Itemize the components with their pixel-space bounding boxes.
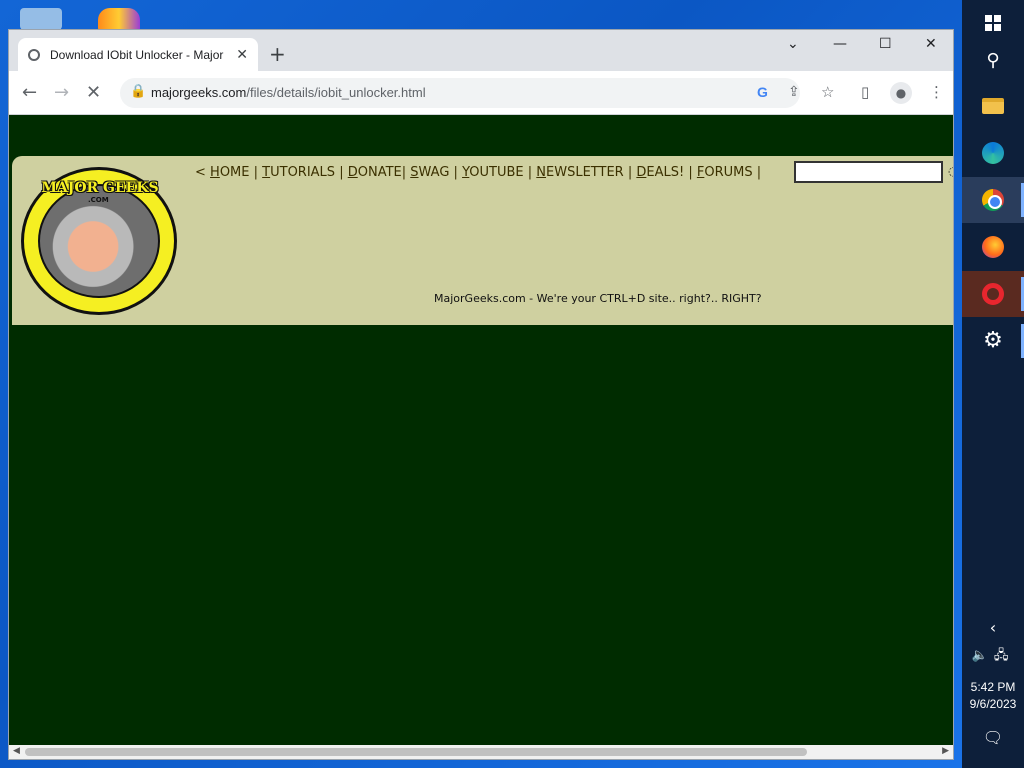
recycle-bin-icon[interactable]: [20, 8, 62, 30]
url-path: /files/details/iobit_unlocker.html: [246, 85, 426, 100]
notification-icon: 🗨: [982, 728, 1004, 747]
star-icon[interactable]: ☆: [821, 83, 834, 101]
nav-prefix: <: [195, 165, 206, 180]
volume-icon[interactable]: 🔈: [972, 648, 994, 663]
majorgeeks-logo[interactable]: MAJOR GEEKS .COM: [21, 167, 177, 315]
notification-center-button[interactable]: 🗨: [962, 728, 1024, 747]
opera-icon: [982, 283, 1004, 305]
loading-icon[interactable]: ✕: [86, 82, 101, 103]
chrome-icon: [982, 189, 1004, 211]
logo-text: MAJOR GEEKS: [41, 180, 159, 196]
chrome-window: Download IObit Unlocker - Major ✕ + ⌄ — …: [8, 29, 954, 760]
nav-donate[interactable]: DONATE: [348, 165, 402, 180]
new-tab-button[interactable]: +: [269, 42, 286, 66]
nav-tutorials[interactable]: TUTORIALS: [262, 165, 335, 180]
nav-forums[interactable]: FORUMS: [697, 165, 753, 180]
side-panel-icon[interactable]: ▯: [861, 83, 869, 101]
tab-close-icon[interactable]: ✕: [236, 47, 248, 63]
firefox-desktop-icon[interactable]: [98, 8, 140, 30]
horizontal-scrollbar[interactable]: ◀ ▶: [9, 745, 953, 759]
tab-search-icon[interactable]: ⌄: [787, 36, 799, 52]
search-button[interactable]: ⚲: [962, 37, 1024, 83]
google-lens-icon[interactable]: G: [757, 84, 768, 100]
folder-icon: [982, 98, 1004, 114]
site-nav: < HOME | TUTORIALS | DONATE| SWAG | YOUT…: [195, 165, 762, 180]
favicon-icon: [28, 48, 40, 61]
site-search-input[interactable]: [794, 161, 943, 183]
site-header: MAJOR GEEKS .COM < HOME | TUTORIALS | DO…: [12, 156, 953, 325]
edge-icon: [982, 142, 1004, 164]
windows-logo-icon: [985, 15, 1001, 31]
nav-youtube[interactable]: YOUTUBE: [462, 165, 524, 180]
maximize-button[interactable]: ☐: [879, 36, 892, 52]
nav-deals[interactable]: DEALS!: [636, 165, 684, 180]
logo-sub: .COM: [88, 196, 109, 204]
tab-strip: Download IObit Unlocker - Major ✕ + ⌄ — …: [9, 30, 953, 71]
url-domain: majorgeeks.com: [151, 85, 247, 100]
taskbar-file-explorer[interactable]: [962, 83, 1024, 129]
taskbar-opera[interactable]: [962, 271, 1024, 317]
gear-icon: ⚙: [983, 328, 1003, 353]
share-icon[interactable]: ⇪: [788, 84, 800, 100]
nav-newsletter[interactable]: NEWSLETTER: [536, 165, 623, 180]
taskbar-chrome[interactable]: [962, 177, 1024, 223]
nav-home[interactable]: HOME: [210, 165, 249, 180]
taskbar: ⚲ ⚙ ‹ 🔈🖧 5:42 PM 9/6/2023 🗨: [962, 0, 1024, 768]
lock-icon[interactable]: 🔒: [130, 84, 146, 99]
minimize-button[interactable]: —: [833, 36, 847, 52]
firefox-icon: [982, 236, 1004, 258]
site-tagline: MajorGeeks.com - We're your CTRL+D site.…: [434, 292, 762, 305]
close-button[interactable]: ✕: [925, 36, 937, 52]
clock-time: 5:42 PM: [970, 680, 1016, 694]
scroll-right-icon[interactable]: ▶: [942, 746, 949, 756]
forward-arrow-icon[interactable]: →: [54, 82, 69, 103]
tab-title: Download IObit Unlocker - Major: [50, 47, 224, 62]
network-icon[interactable]: 🖧: [994, 648, 1015, 663]
scroll-left-icon[interactable]: ◀: [13, 746, 20, 756]
clock[interactable]: 5:42 PM 9/6/2023: [962, 679, 1024, 713]
tab-active[interactable]: Download IObit Unlocker - Major ✕: [18, 38, 258, 71]
taskbar-settings[interactable]: ⚙: [962, 318, 1024, 364]
clock-date: 9/6/2023: [969, 697, 1017, 711]
search-glass-icon[interactable]: ◌: [948, 164, 953, 178]
profile-icon[interactable]: ●: [890, 82, 912, 104]
address-bar[interactable]: 🔒 majorgeeks.com/files/details/iobit_unl…: [120, 78, 800, 108]
kebab-menu-icon[interactable]: ⋮: [929, 83, 944, 101]
nav-swag[interactable]: SWAG: [410, 165, 449, 180]
browser-toolbar: ← → ✕ 🔒 majorgeeks.com/files/details/iob…: [9, 71, 953, 115]
taskbar-firefox[interactable]: [962, 224, 1024, 270]
search-icon: ⚲: [986, 49, 1000, 71]
tray-chevron-icon[interactable]: ‹: [962, 618, 1024, 637]
back-arrow-icon[interactable]: ←: [22, 82, 37, 103]
url-text[interactable]: majorgeeks.com/files/details/iobit_unloc…: [151, 85, 426, 100]
taskbar-edge[interactable]: [962, 130, 1024, 176]
scrollbar-thumb[interactable]: [25, 748, 807, 756]
tray-icons[interactable]: 🔈🖧: [962, 646, 1024, 668]
page-viewport: MAJOR GEEKS .COM < HOME | TUTORIALS | DO…: [9, 115, 953, 745]
